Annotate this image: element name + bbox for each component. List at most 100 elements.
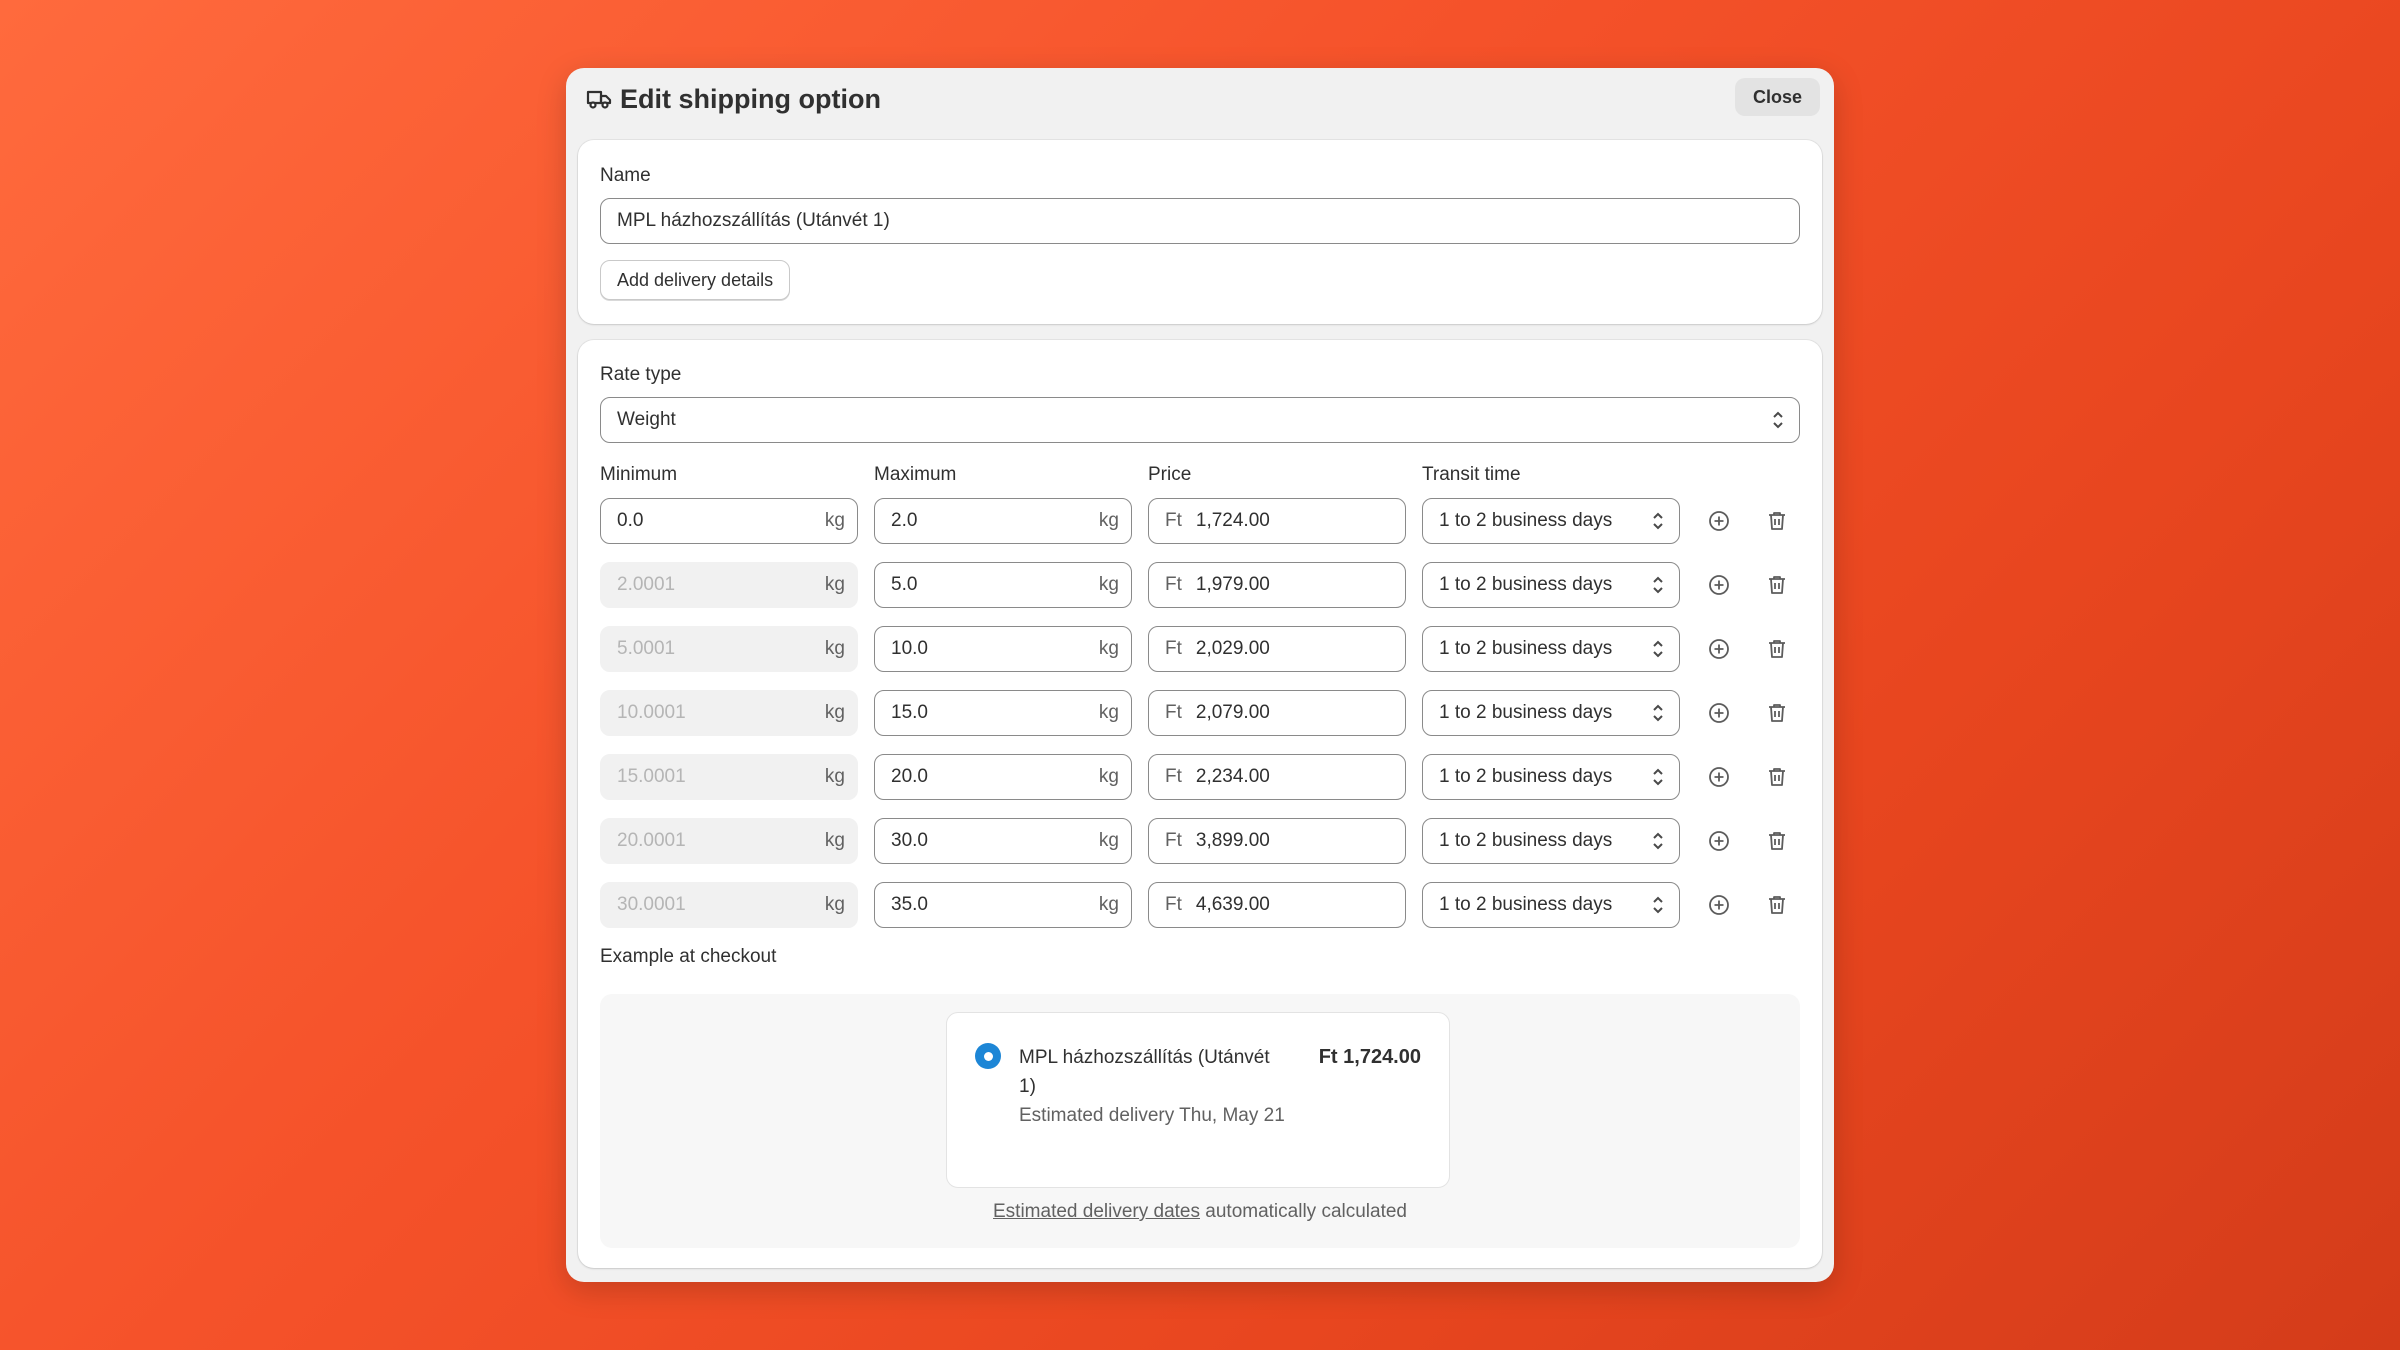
maximum-value: 30.0 bbox=[891, 830, 928, 851]
maximum-value: 35.0 bbox=[891, 894, 928, 915]
trash-icon[interactable] bbox=[1765, 829, 1789, 853]
maximum-input[interactable]: 30.0 kg bbox=[874, 818, 1132, 864]
currency-prefix: Ft bbox=[1165, 766, 1182, 787]
maximum-value: 10.0 bbox=[891, 638, 928, 659]
transit-time-select[interactable]: 1 to 2 business days bbox=[1422, 818, 1680, 864]
chevron-updown-icon bbox=[1653, 768, 1663, 786]
price-value: 2,079.00 bbox=[1195, 702, 1270, 723]
close-button[interactable]: Close bbox=[1734, 78, 1820, 116]
minimum-input: 10.0001 kg bbox=[600, 690, 858, 736]
currency-prefix: Ft bbox=[1165, 894, 1182, 915]
trash-icon[interactable] bbox=[1765, 701, 1789, 725]
transit-time-select[interactable]: 1 to 2 business days bbox=[1422, 882, 1680, 928]
delivery-dates-note: Estimated delivery dates automatically c… bbox=[600, 1201, 1800, 1223]
rate-type-value: Weight bbox=[617, 409, 676, 430]
minimum-value: 10.0001 bbox=[617, 702, 686, 723]
maximum-value: 20.0 bbox=[891, 766, 928, 787]
name-input-value: MPL házhozszállítás (Utánvét 1) bbox=[617, 210, 890, 231]
minimum-input: 5.0001 kg bbox=[600, 626, 858, 672]
unit-label: kg bbox=[824, 510, 845, 531]
transit-time-select[interactable]: 1 to 2 business days bbox=[1422, 498, 1680, 544]
trash-icon[interactable] bbox=[1765, 573, 1789, 597]
price-input[interactable]: Ft 2,234.00 bbox=[1148, 754, 1406, 800]
transit-value: 1 to 2 business days bbox=[1439, 702, 1613, 723]
unit-label: kg bbox=[1098, 830, 1119, 851]
price-input[interactable]: Ft 1,724.00 bbox=[1148, 498, 1406, 544]
price-input[interactable]: Ft 2,079.00 bbox=[1148, 690, 1406, 736]
transit-time-select[interactable]: 1 to 2 business days bbox=[1422, 562, 1680, 608]
unit-label: kg bbox=[1098, 510, 1119, 531]
unit-label: kg bbox=[824, 574, 845, 595]
minimum-value: 5.0001 bbox=[617, 638, 676, 659]
minimum-value: 0.0 bbox=[617, 510, 644, 531]
price-value: 3,899.00 bbox=[1195, 830, 1270, 851]
currency-prefix: Ft bbox=[1165, 638, 1182, 659]
price-input[interactable]: Ft 1,979.00 bbox=[1148, 562, 1406, 608]
transit-value: 1 to 2 business days bbox=[1439, 510, 1613, 531]
selected-radio[interactable] bbox=[975, 1043, 1001, 1069]
minimum-value: 20.0001 bbox=[617, 830, 686, 851]
price-value: 2,029.00 bbox=[1195, 638, 1270, 659]
modal-header: Edit shipping option Close bbox=[566, 68, 1834, 130]
maximum-input[interactable]: 2.0 kg bbox=[874, 498, 1132, 544]
add-circle-icon[interactable] bbox=[1707, 701, 1731, 725]
trash-icon[interactable] bbox=[1765, 765, 1789, 789]
transit-value: 1 to 2 business days bbox=[1439, 574, 1613, 595]
minimum-input: 30.0001 kg bbox=[600, 882, 858, 928]
minimum-value: 2.0001 bbox=[617, 574, 676, 595]
maximum-input[interactable]: 20.0 kg bbox=[874, 754, 1132, 800]
price-input[interactable]: Ft 4,639.00 bbox=[1148, 882, 1406, 928]
transit-value: 1 to 2 business days bbox=[1439, 894, 1613, 915]
add-circle-icon[interactable] bbox=[1707, 829, 1731, 853]
add-circle-icon[interactable] bbox=[1707, 893, 1731, 917]
maximum-input[interactable]: 15.0 kg bbox=[874, 690, 1132, 736]
transit-time-select[interactable]: 1 to 2 business days bbox=[1422, 690, 1680, 736]
chevron-updown-icon bbox=[1653, 896, 1663, 914]
chevron-updown-icon bbox=[1653, 640, 1663, 658]
transit-value: 1 to 2 business days bbox=[1439, 638, 1613, 659]
modal-title: Edit shipping option bbox=[586, 84, 881, 115]
checkout-option-card: MPL házhozszállítás (Utánvét 1) Estimate… bbox=[946, 1012, 1450, 1188]
header-minimum: Minimum bbox=[600, 464, 678, 485]
price-value: 1,724.00 bbox=[1195, 510, 1270, 531]
unit-label: kg bbox=[824, 702, 845, 723]
unit-label: kg bbox=[824, 766, 845, 787]
price-input[interactable]: Ft 2,029.00 bbox=[1148, 626, 1406, 672]
maximum-input[interactable]: 5.0 kg bbox=[874, 562, 1132, 608]
currency-prefix: Ft bbox=[1165, 574, 1182, 595]
currency-prefix: Ft bbox=[1165, 702, 1182, 723]
minimum-input: 15.0001 kg bbox=[600, 754, 858, 800]
trash-icon[interactable] bbox=[1765, 893, 1789, 917]
header-transit-time: Transit time bbox=[1422, 464, 1521, 485]
currency-prefix: Ft bbox=[1165, 510, 1182, 531]
price-value: 2,234.00 bbox=[1195, 766, 1270, 787]
maximum-value: 15.0 bbox=[891, 702, 928, 723]
transit-value: 1 to 2 business days bbox=[1439, 766, 1613, 787]
maximum-input[interactable]: 10.0 kg bbox=[874, 626, 1132, 672]
maximum-input[interactable]: 35.0 kg bbox=[874, 882, 1132, 928]
maximum-value: 5.0 bbox=[891, 574, 918, 595]
transit-time-select[interactable]: 1 to 2 business days bbox=[1422, 754, 1680, 800]
name-input[interactable]: MPL házhozszállítás (Utánvét 1) bbox=[600, 198, 1800, 244]
add-circle-icon[interactable] bbox=[1707, 765, 1731, 789]
estimated-delivery-dates-link[interactable]: Estimated delivery dates bbox=[993, 1201, 1200, 1222]
maximum-value: 2.0 bbox=[891, 510, 918, 531]
trash-icon[interactable] bbox=[1765, 637, 1789, 661]
header-price: Price bbox=[1148, 464, 1192, 485]
price-input[interactable]: Ft 3,899.00 bbox=[1148, 818, 1406, 864]
add-delivery-details-button[interactable]: Add delivery details bbox=[600, 260, 791, 300]
add-circle-icon[interactable] bbox=[1707, 509, 1731, 533]
add-circle-icon[interactable] bbox=[1707, 637, 1731, 661]
transit-value: 1 to 2 business days bbox=[1439, 830, 1613, 851]
unit-label: kg bbox=[824, 894, 845, 915]
modal-title-text: Edit shipping option bbox=[620, 83, 881, 114]
transit-time-select[interactable]: 1 to 2 business days bbox=[1422, 626, 1680, 672]
rate-type-select[interactable]: Weight bbox=[600, 397, 1800, 443]
add-circle-icon[interactable] bbox=[1707, 573, 1731, 597]
rate-type-label: Rate type bbox=[600, 364, 682, 385]
minimum-input[interactable]: 0.0 kg bbox=[600, 498, 858, 544]
chevron-updown-icon bbox=[1653, 576, 1663, 594]
minimum-value: 30.0001 bbox=[617, 894, 686, 915]
trash-icon[interactable] bbox=[1765, 509, 1789, 533]
chevron-updown-icon bbox=[1653, 832, 1663, 850]
